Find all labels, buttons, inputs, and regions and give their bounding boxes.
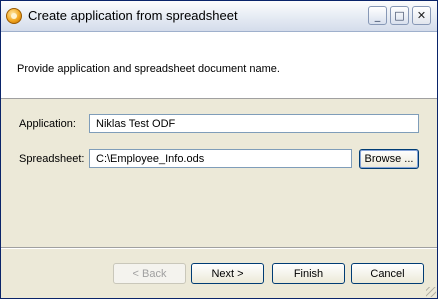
spreadsheet-label: Spreadsheet: — [19, 153, 85, 165]
back-button[interactable]: < Back — [113, 263, 186, 284]
application-input[interactable]: Niklas Test ODF — [89, 114, 419, 133]
app-logo-icon — [6, 8, 22, 24]
close-button[interactable]: ✕ — [412, 6, 431, 25]
footer-separator — [1, 247, 437, 249]
cancel-button[interactable]: Cancel — [351, 263, 424, 284]
dialog-window: Create application from spreadsheet _ □ … — [0, 0, 438, 299]
resize-grip-icon[interactable] — [426, 287, 436, 297]
minimize-icon: _ — [374, 9, 381, 22]
title-bar[interactable]: Create application from spreadsheet _ □ … — [1, 1, 437, 32]
next-button[interactable]: Next > — [191, 263, 264, 284]
browse-button[interactable]: Browse ... — [359, 149, 419, 169]
header-message: Provide application and spreadsheet docu… — [17, 63, 280, 75]
maximize-button[interactable]: □ — [390, 6, 409, 25]
close-icon: ✕ — [416, 9, 427, 22]
application-label: Application: — [19, 118, 76, 130]
window-title: Create application from spreadsheet — [28, 8, 238, 23]
wizard-header: Provide application and spreadsheet docu… — [1, 32, 437, 99]
minimize-button[interactable]: _ — [368, 6, 387, 25]
maximize-icon: □ — [394, 9, 405, 22]
finish-button[interactable]: Finish — [272, 263, 345, 284]
spreadsheet-input[interactable]: C:\Employee_Info.ods — [89, 149, 352, 168]
